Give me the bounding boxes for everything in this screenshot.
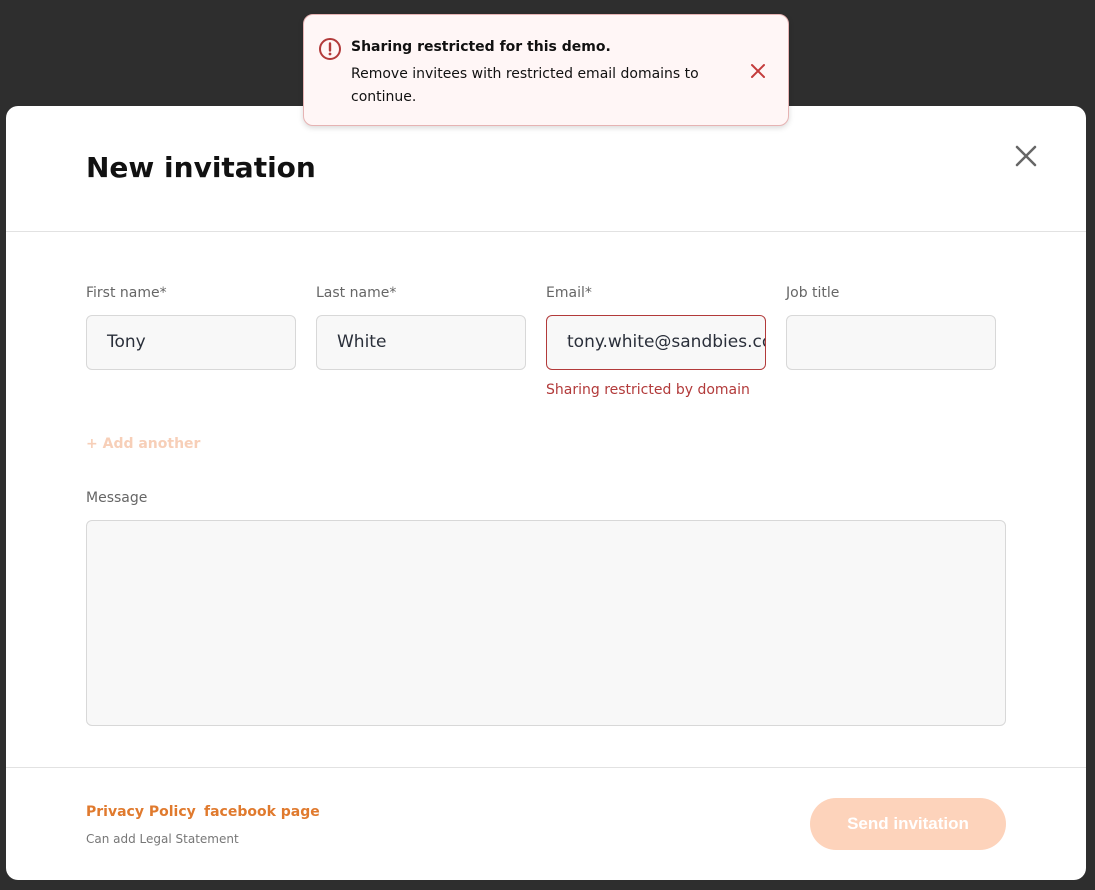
last-name-input[interactable]: White bbox=[316, 315, 526, 370]
send-invitation-button[interactable]: Send invitation bbox=[810, 798, 1006, 850]
toast-message: Remove invitees with restricted email do… bbox=[351, 66, 699, 105]
close-icon[interactable] bbox=[1012, 142, 1040, 170]
legal-statement: Can add Legal Statement bbox=[86, 832, 239, 846]
close-toast-icon[interactable] bbox=[750, 63, 766, 79]
modal-title: New invitation bbox=[86, 151, 316, 184]
job-title-input[interactable] bbox=[786, 315, 996, 370]
facebook-page-link[interactable]: facebook page bbox=[204, 804, 320, 820]
email-label: Email* bbox=[546, 285, 592, 301]
job-title-label: Job title bbox=[786, 285, 840, 301]
add-another-button[interactable]: + Add another bbox=[86, 436, 200, 452]
invitation-modal: New invitation First name* Last name* Em… bbox=[6, 106, 1086, 880]
message-textarea[interactable] bbox=[86, 520, 1006, 726]
last-name-label: Last name* bbox=[316, 285, 397, 301]
message-label: Message bbox=[86, 490, 148, 506]
toast-title: Sharing restricted for this demo. bbox=[351, 39, 611, 55]
email-input[interactable]: tony.white@sandbies.com bbox=[546, 315, 766, 370]
alert-circle-icon bbox=[319, 38, 341, 60]
footer-divider bbox=[6, 767, 1086, 768]
email-error: Sharing restricted by domain bbox=[546, 382, 750, 398]
header-divider bbox=[6, 231, 1086, 232]
privacy-policy-link[interactable]: Privacy Policy bbox=[86, 804, 196, 820]
first-name-label: First name* bbox=[86, 285, 167, 301]
first-name-input[interactable]: Tony bbox=[86, 315, 296, 370]
error-toast: Sharing restricted for this demo. Remove… bbox=[303, 14, 789, 126]
